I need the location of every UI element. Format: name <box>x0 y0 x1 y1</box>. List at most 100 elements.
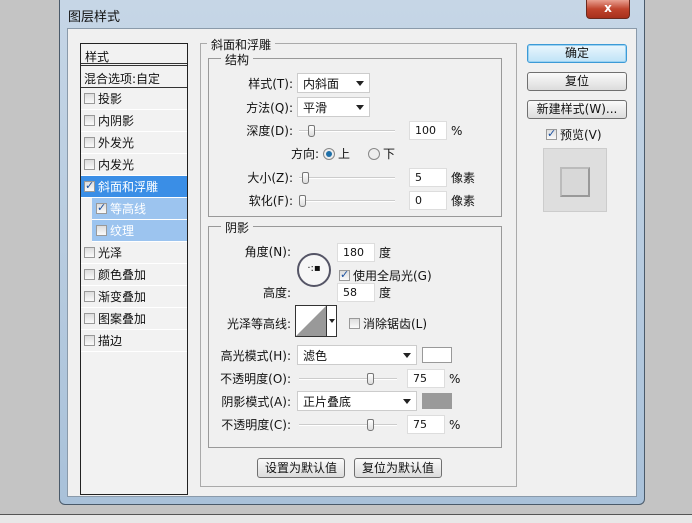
style-item-9[interactable]: 渐变叠加 <box>81 286 187 308</box>
shadow-opacity-slider[interactable] <box>299 418 397 431</box>
style-item-11[interactable]: 描边 <box>81 330 187 352</box>
dir-down-label: 下 <box>383 147 396 161</box>
gloss-contour-picker[interactable] <box>295 305 337 337</box>
style-item-label: 描边 <box>98 334 123 348</box>
style-value: 内斜面 <box>303 76 340 91</box>
style-item-2[interactable]: 外发光 <box>81 132 187 154</box>
direction-up-radio[interactable]: 上 <box>323 145 350 162</box>
preview-checkbox[interactable]: 预览(V) <box>546 126 602 143</box>
checkbox-icon <box>339 268 350 281</box>
structure-title: 结构 <box>221 51 254 68</box>
highlight-mode-select[interactable]: 滤色 <box>297 345 417 365</box>
dropdown-arrow-icon <box>403 352 411 358</box>
shadow-opacity-label: 不透明度(C): <box>221 418 291 432</box>
style-item-label: 光泽 <box>98 246 123 260</box>
shadow-mode-value: 正片叠底 <box>303 394 352 409</box>
depth-unit: % <box>451 123 463 138</box>
checkbox-icon[interactable] <box>84 247 95 258</box>
reset-default-button[interactable]: 复位为默认值 <box>354 458 442 478</box>
angle-label: 角度(N): <box>244 245 291 259</box>
new-style-button[interactable]: 新建样式(W)... <box>527 100 627 119</box>
size-slider[interactable] <box>299 171 395 184</box>
shading-group: 阴影 角度(N): ·:▪ 180 度 使用全局光(G) 高度: 58 度 光泽等高… <box>208 219 502 448</box>
depth-input[interactable]: 100 <box>409 121 447 140</box>
style-item-3[interactable]: 内发光 <box>81 154 187 176</box>
style-item-1[interactable]: 内阴影 <box>81 110 187 132</box>
contour-dropdown[interactable] <box>326 306 336 336</box>
direction-down-radio[interactable]: 下 <box>368 145 395 162</box>
reset-button[interactable]: 复位 <box>527 72 627 91</box>
make-default-button[interactable]: 设置为默认值 <box>257 458 345 478</box>
style-item-label: 等高线 <box>110 202 147 216</box>
slider-thumb[interactable] <box>366 418 374 431</box>
altitude-label: 高度: <box>262 286 291 300</box>
highlight-opacity-slider[interactable] <box>299 372 397 385</box>
checkbox-icon[interactable] <box>84 335 95 346</box>
slider-thumb[interactable] <box>307 124 315 137</box>
highlight-color-swatch[interactable] <box>422 347 452 363</box>
technique-label: 方法(Q): <box>246 100 293 115</box>
style-item-6[interactable]: 纹理 <box>92 220 187 242</box>
dropdown-arrow-icon <box>328 319 335 323</box>
style-item-7[interactable]: 光泽 <box>81 242 187 264</box>
blending-options[interactable]: 混合选项:自定 <box>81 66 187 88</box>
checkbox-icon[interactable] <box>84 291 95 302</box>
slider-thumb[interactable] <box>301 171 309 184</box>
altitude-input[interactable]: 58 <box>337 283 375 302</box>
gloss-contour-label: 光泽等高线: <box>226 317 291 331</box>
depth-slider[interactable] <box>299 124 395 137</box>
preview-label: 预览(V) <box>560 128 602 142</box>
title-bar[interactable]: 图层样式 x <box>60 0 644 28</box>
size-input[interactable]: 5 <box>409 168 447 187</box>
checkbox-icon[interactable] <box>84 159 95 170</box>
anti-aliased-checkbox[interactable]: 消除锯齿(L) <box>349 315 427 332</box>
checkbox-icon[interactable] <box>84 179 95 192</box>
style-item-8[interactable]: 颜色叠加 <box>81 264 187 286</box>
close-button[interactable]: x <box>586 0 630 19</box>
size-unit: 像素 <box>451 171 476 185</box>
shadow-opacity-unit: % <box>449 417 461 432</box>
shadow-color-swatch[interactable] <box>422 393 452 409</box>
style-item-label: 外发光 <box>98 136 135 150</box>
style-item-label: 投影 <box>98 92 123 106</box>
highlight-opacity-unit: % <box>449 371 461 386</box>
technique-select[interactable]: 平滑 <box>297 97 370 117</box>
ok-button[interactable]: 确定 <box>527 44 627 63</box>
highlight-mode-label: 高光模式(H): <box>220 348 291 363</box>
style-item-5[interactable]: 等高线 <box>92 198 187 220</box>
angle-dial[interactable]: ·:▪ <box>297 253 331 287</box>
checkbox-icon[interactable] <box>96 201 107 214</box>
slider-thumb[interactable] <box>366 372 374 385</box>
style-item-label: 图案叠加 <box>98 312 147 326</box>
highlight-mode-value: 滤色 <box>303 348 328 363</box>
global-light-checkbox[interactable]: 使用全局光(G) <box>339 267 432 284</box>
style-preview <box>543 148 607 212</box>
slider-thumb[interactable] <box>299 194 306 207</box>
direction-label: 方向: <box>290 147 319 161</box>
checkbox-icon[interactable] <box>84 115 95 126</box>
shadow-opacity-input[interactable]: 75 <box>407 415 445 434</box>
style-select[interactable]: 内斜面 <box>297 73 370 93</box>
checkbox-icon[interactable] <box>84 313 95 324</box>
soften-input[interactable]: 0 <box>409 191 447 210</box>
style-item-10[interactable]: 图案叠加 <box>81 308 187 330</box>
shading-title: 阴影 <box>221 219 254 236</box>
bevel-emboss-panel: 斜面和浮雕 结构 样式(T): 内斜面 方法(Q): 平滑 深度(D): 100… <box>200 36 517 487</box>
highlight-opacity-input[interactable]: 75 <box>407 369 445 388</box>
styles-header[interactable]: 样式 <box>81 44 187 66</box>
soften-slider[interactable] <box>299 194 395 207</box>
angle-unit: 度 <box>379 246 392 260</box>
checkbox-icon <box>349 318 360 329</box>
styles-list: 样式 混合选项:自定 投影内阴影外发光内发光斜面和浮雕等高线纹理光泽颜色叠加渐变… <box>80 43 188 495</box>
angle-input[interactable]: 180 <box>337 243 375 262</box>
checkbox-icon[interactable] <box>84 137 95 148</box>
style-label: 样式(T): <box>248 76 293 91</box>
style-item-label: 纹理 <box>110 224 135 238</box>
checkbox-icon[interactable] <box>96 225 107 236</box>
style-item-label: 内发光 <box>98 158 135 172</box>
shadow-mode-select[interactable]: 正片叠底 <box>297 391 417 411</box>
style-item-4[interactable]: 斜面和浮雕 <box>81 176 187 198</box>
checkbox-icon[interactable] <box>84 269 95 280</box>
style-item-0[interactable]: 投影 <box>81 88 187 110</box>
checkbox-icon[interactable] <box>84 93 95 104</box>
